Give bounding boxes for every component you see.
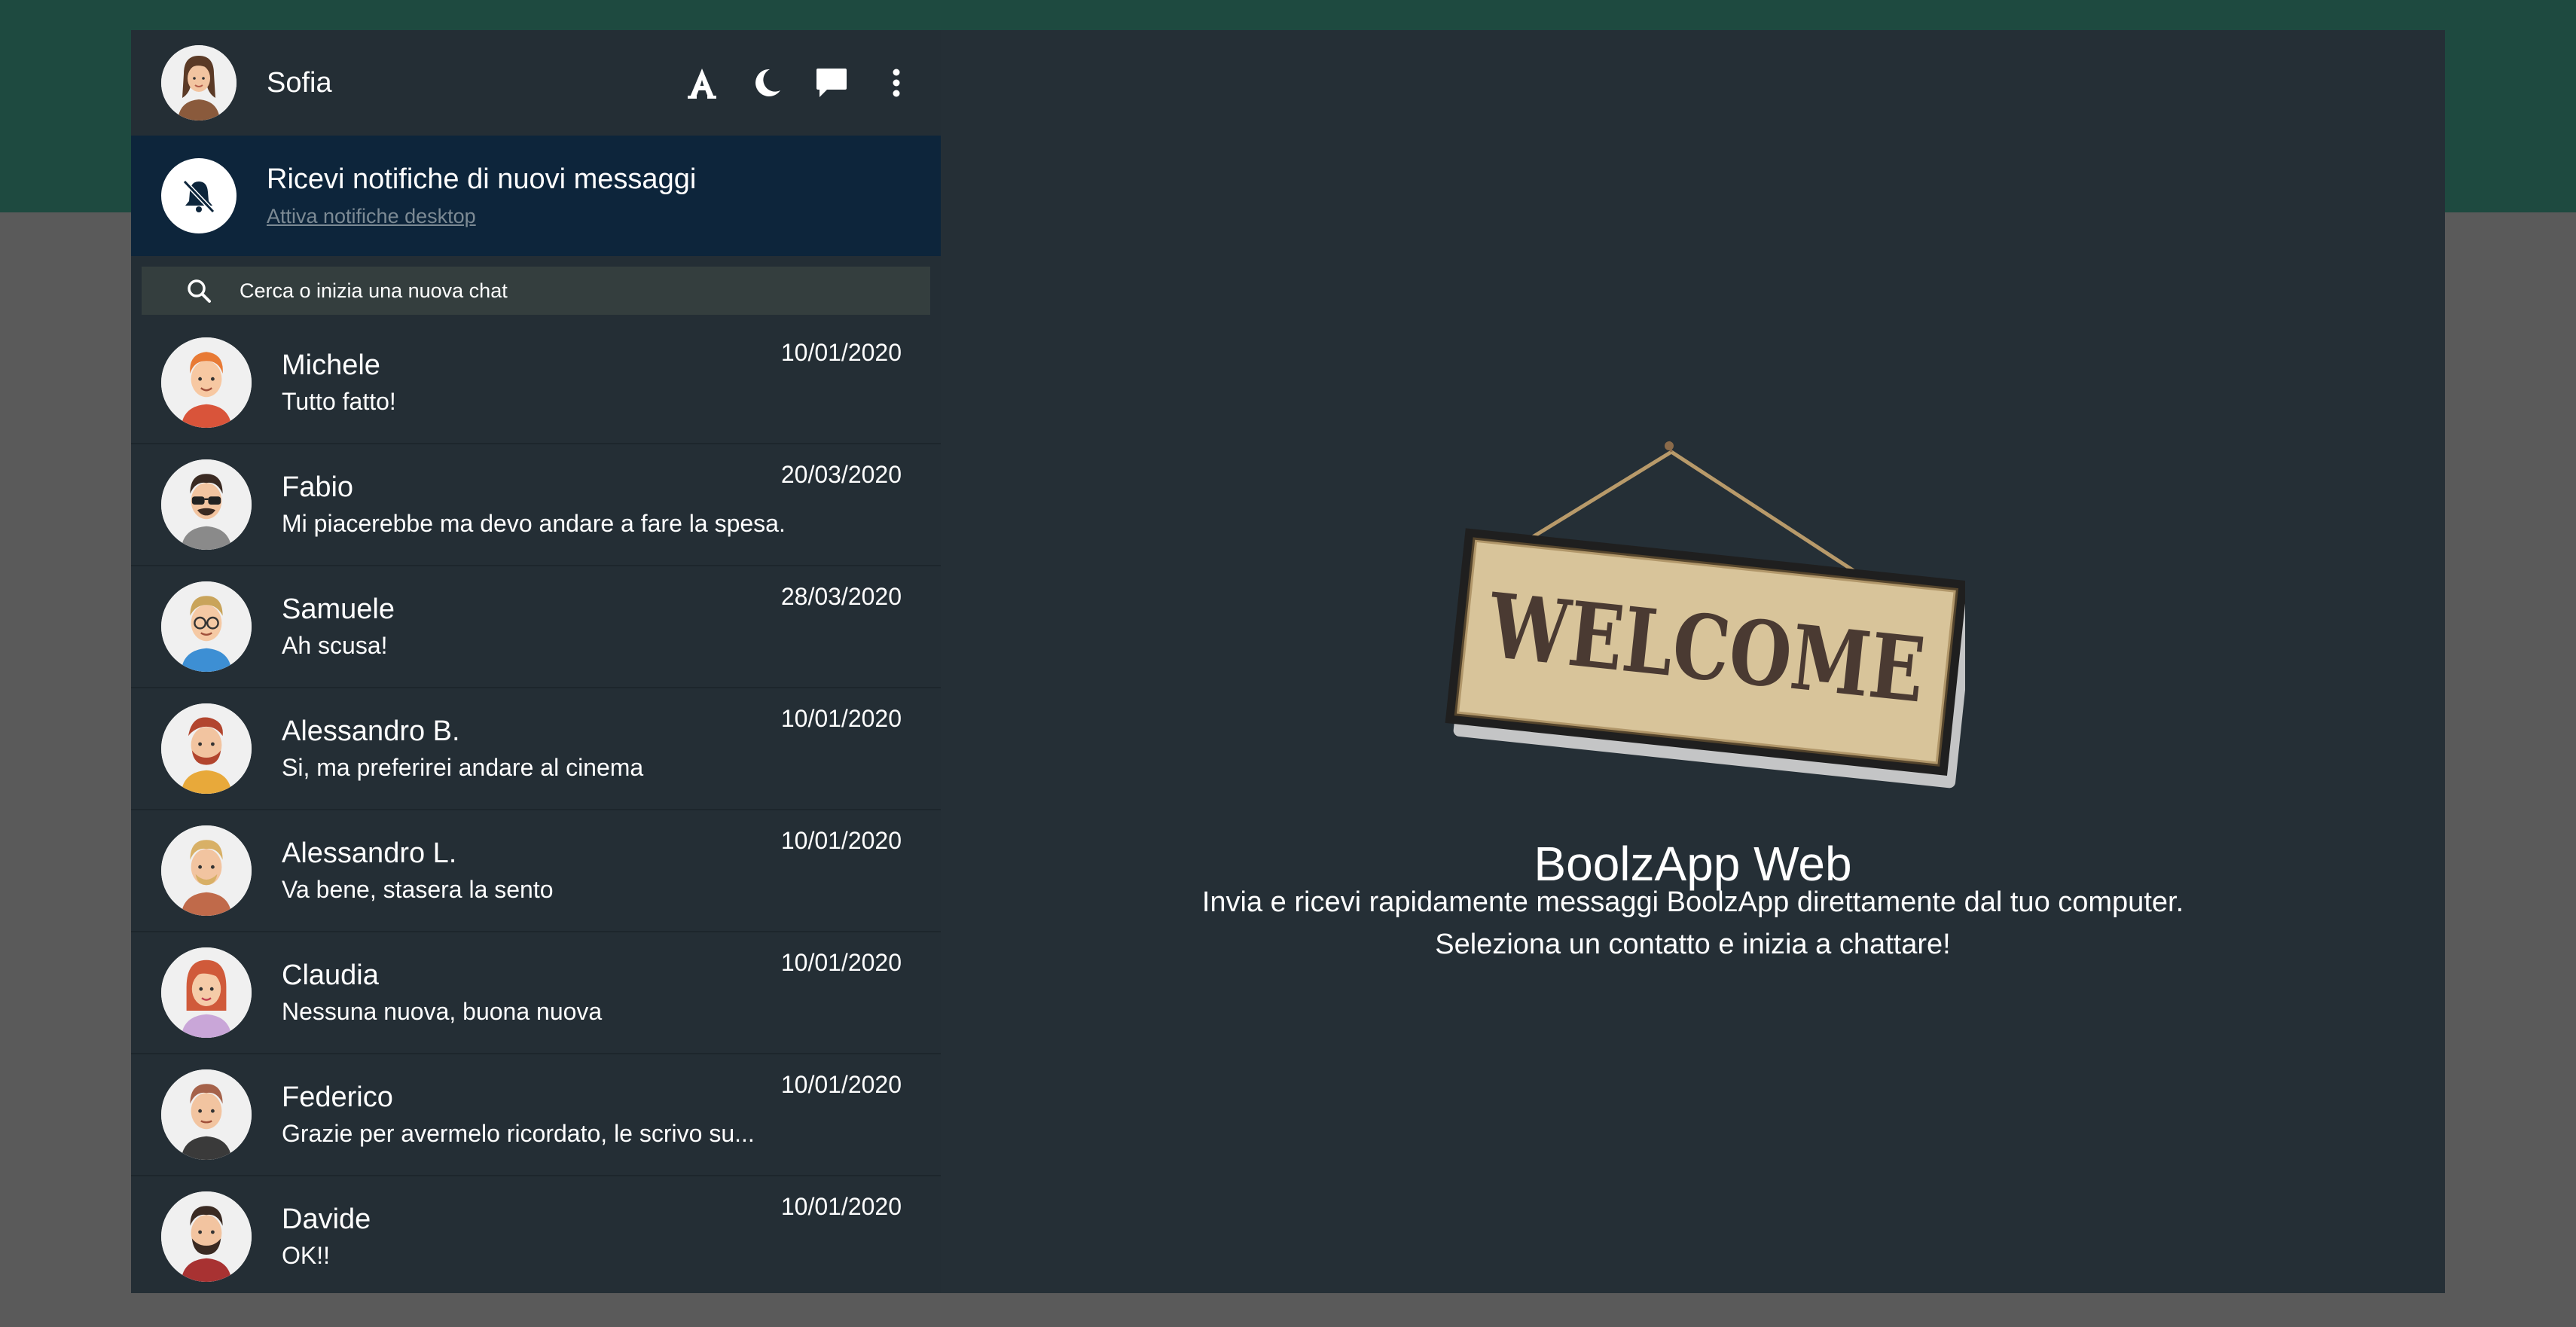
search-icon[interactable]	[169, 278, 229, 304]
welcome-sign-image: WELCOME	[1445, 441, 1965, 789]
contact-avatar	[161, 337, 252, 428]
welcome-subtitle-line-1: Invia e ricevi rapidamente messaggi Bool…	[1201, 886, 2184, 918]
contact-date: 10/01/2020	[780, 949, 902, 976]
enable-notifications-link[interactable]: Attiva notifiche desktop	[267, 205, 696, 228]
contact-last-message: Ah scusa!	[282, 632, 388, 659]
contact-item[interactable]: Davide OK!! 10/01/2020	[131, 1176, 941, 1293]
user-avatar[interactable]	[161, 45, 237, 120]
sidebar-header: Sofia	[131, 30, 941, 136]
contact-last-message: OK!!	[282, 1242, 331, 1269]
contact-avatar	[161, 947, 252, 1038]
contact-date: 10/01/2020	[780, 827, 902, 854]
contact-item[interactable]: Michele Tutto fatto! 10/01/2020	[131, 322, 941, 444]
contact-date: 10/01/2020	[780, 1193, 902, 1220]
moon-icon[interactable]	[748, 64, 786, 102]
contact-date: 10/01/2020	[780, 1071, 902, 1098]
contact-avatar	[161, 703, 252, 794]
welcome-subtitle: Invia e ricevi rapidamente messaggi Bool…	[941, 881, 2445, 966]
contact-item[interactable]: Alessandro L. Va bene, stasera la sento …	[131, 810, 941, 932]
app-window: Sofia Ricevi notifiche di nuovi messaggi…	[131, 30, 2445, 1293]
notification-title: Ricevi notifiche di nuovi messaggi	[267, 163, 697, 195]
user-avatar-image	[161, 45, 237, 120]
contact-list: Michele Tutto fatto! 10/01/2020 Fabio Mi…	[131, 322, 941, 1293]
contact-avatar	[161, 581, 252, 672]
contact-item[interactable]: Samuele Ah scusa! 28/03/2020	[131, 566, 941, 688]
user-name: Sofia	[267, 66, 332, 99]
contact-date: 10/01/2020	[780, 339, 902, 366]
contact-item[interactable]: Alessandro B. Si, ma preferirei andare a…	[131, 688, 941, 810]
contact-item[interactable]: Fabio Mi piacerebbe ma devo andare a far…	[131, 444, 941, 566]
contact-date: 20/03/2020	[780, 461, 902, 488]
contact-avatar	[161, 1191, 252, 1282]
sidebar: Sofia Ricevi notifiche di nuovi messaggi…	[131, 30, 941, 1293]
notification-text: Ricevi notifiche di nuovi messaggi Attiv…	[267, 163, 696, 228]
notification-banner: Ricevi notifiche di nuovi messaggi Attiv…	[131, 136, 941, 256]
header-actions	[683, 64, 915, 102]
contact-item[interactable]: Claudia Nessuna nuova, buona nuova 10/01…	[131, 932, 941, 1054]
contact-last-message: Si, ma preferirei andare al cinema	[282, 754, 644, 781]
contact-last-message: Mi piacerebbe ma devo andare a fare la s…	[282, 510, 786, 537]
search-bar	[142, 267, 930, 315]
contact-last-message: Nessuna nuova, buona nuova	[282, 998, 603, 1025]
welcome-panel: WELCOME BoolzApp Web Invia e ricevi rapi…	[941, 30, 2445, 1293]
bell-slash-icon	[161, 158, 237, 233]
welcome-subtitle-line-2: Seleziona un contatto e inizia a chattar…	[1435, 929, 1951, 960]
contact-avatar	[161, 1069, 252, 1160]
font-icon[interactable]	[683, 64, 721, 102]
search-input[interactable]	[238, 278, 813, 304]
contact-avatar	[161, 459, 252, 550]
contact-date: 28/03/2020	[780, 583, 902, 610]
contact-item[interactable]: Federico Grazie per avermelo ricordato, …	[131, 1054, 941, 1176]
chat-icon[interactable]	[813, 64, 850, 102]
search-container	[131, 256, 941, 322]
contact-avatar	[161, 825, 252, 916]
contact-date: 10/01/2020	[780, 705, 902, 732]
contact-last-message: Tutto fatto!	[282, 388, 396, 415]
contact-last-message: Va bene, stasera la sento	[282, 876, 554, 903]
more-vertical-icon[interactable]	[877, 64, 915, 102]
contact-last-message: Grazie per avermelo ricordato, le scrivo…	[282, 1120, 755, 1147]
